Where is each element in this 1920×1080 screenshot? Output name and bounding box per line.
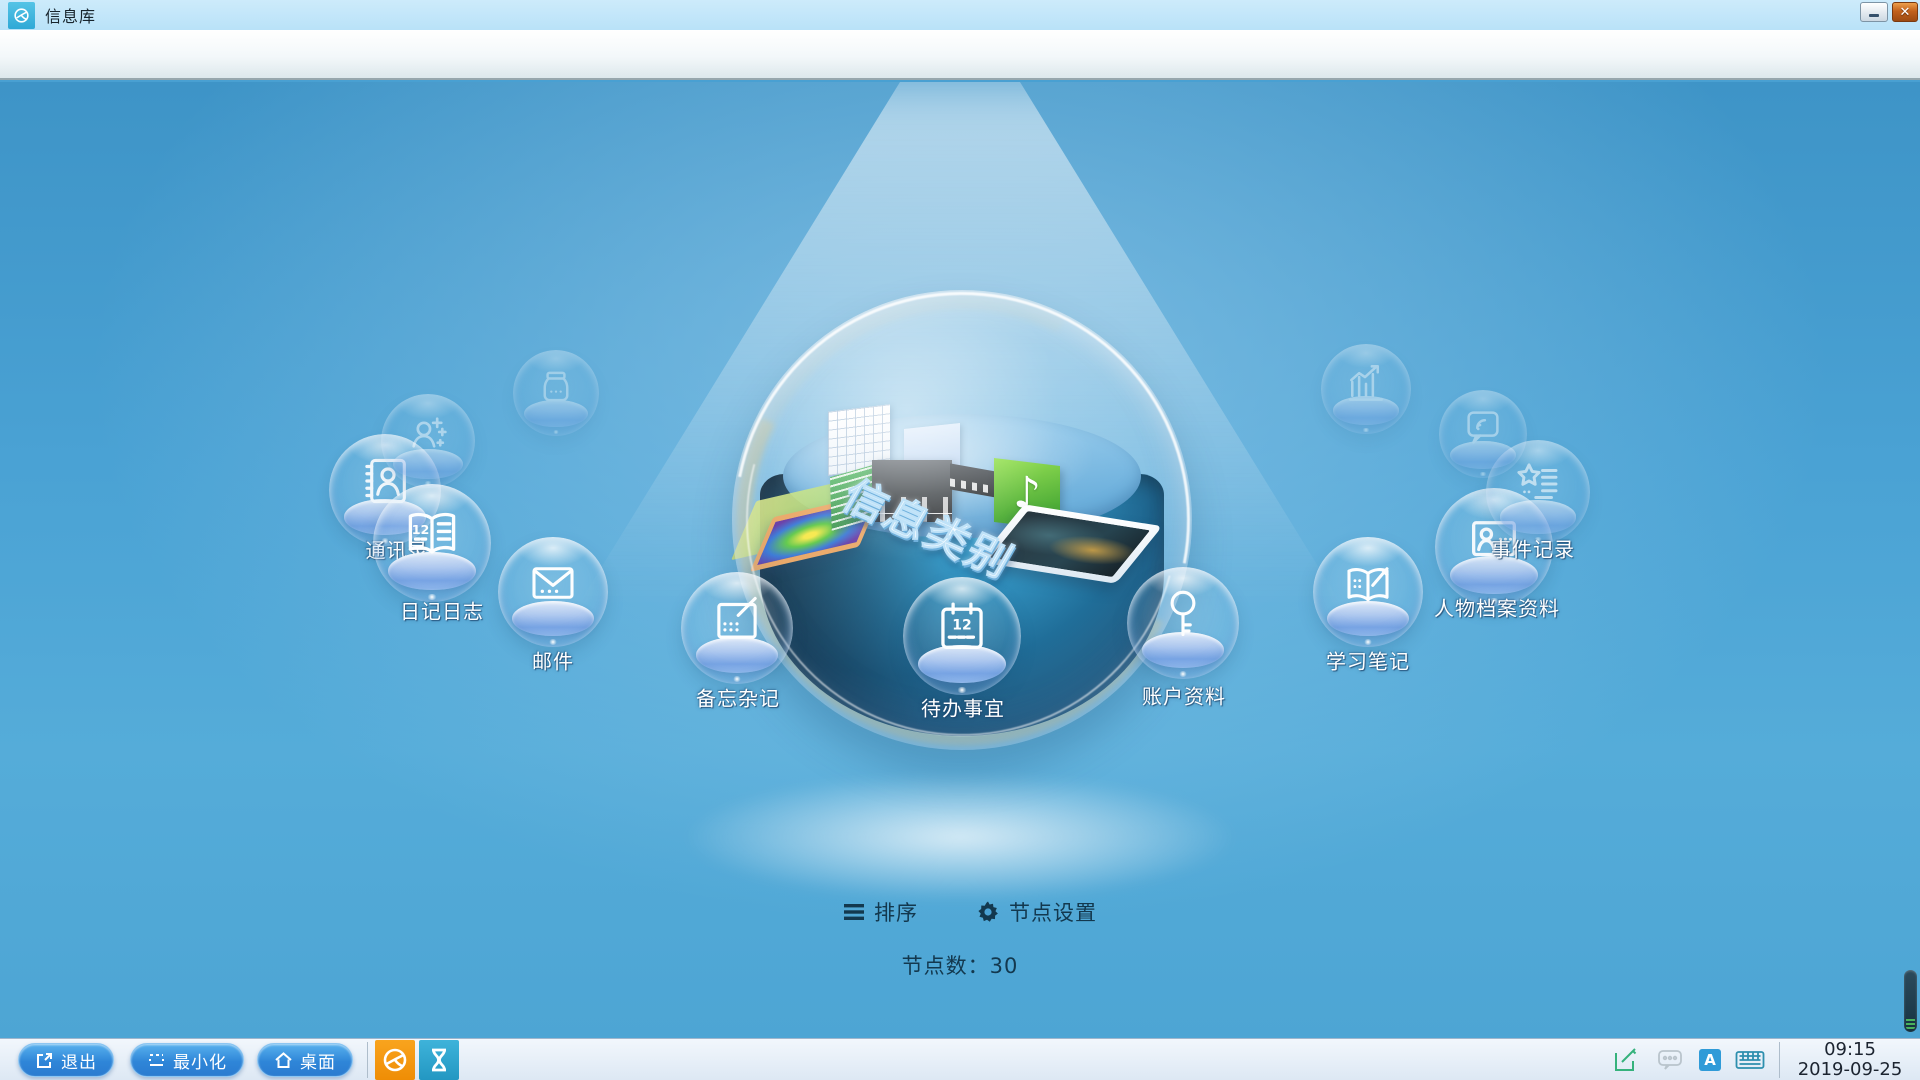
bubble-highlight — [549, 639, 558, 645]
circle-swirl-icon — [380, 1045, 410, 1075]
node-label[interactable]: 邮件 — [532, 646, 574, 675]
bubble-glass — [381, 394, 475, 488]
node-bubble-todo-calendar[interactable]: 12 — [903, 577, 1021, 695]
bubble-highlight — [733, 676, 742, 682]
bubble-glass — [1313, 537, 1423, 647]
desktop-label: 桌面 — [300, 1048, 336, 1073]
bubble-highlight — [1479, 472, 1486, 476]
node-bubble-bar-chart-trend[interactable] — [1321, 344, 1411, 434]
tray-chat-button[interactable] — [1655, 1045, 1685, 1075]
app-window: 信息库 ✕ ♪ 信息类别 通 — [0, 0, 1920, 1080]
launcher-logo-button[interactable] — [375, 1040, 415, 1080]
node-bubble-study-notes[interactable] — [1313, 537, 1423, 647]
bottom-controls: 排序 节点设置 — [0, 897, 1920, 929]
node-bubble-rss-chat[interactable] — [1439, 390, 1527, 478]
node-settings-label: 节点设置 — [1009, 897, 1097, 927]
node-label[interactable]: 事件记录 — [1491, 534, 1575, 563]
minimize-window-button[interactable] — [1860, 2, 1888, 22]
node-label[interactable]: 学习笔记 — [1326, 646, 1410, 675]
taskbar-minimize-button[interactable]: 最小化 — [130, 1043, 244, 1077]
bubble-highlight — [1179, 671, 1188, 677]
main-canvas: ♪ 信息类别 通讯录12日记日志邮件备忘杂记12待办事宜账户资料学习笔记人物档案… — [0, 82, 1920, 1038]
taskbar-divider — [367, 1042, 368, 1078]
node-bubble-memo[interactable] — [681, 572, 793, 684]
clock-time: 09:15 — [1790, 1040, 1910, 1060]
bubble-glass — [1321, 344, 1411, 434]
sort-label: 排序 — [874, 897, 918, 927]
exit-icon — [35, 1051, 54, 1070]
exit-button[interactable]: 退出 — [18, 1043, 114, 1077]
bubble-glass — [498, 537, 608, 647]
system-tray: A 09:15 2019-09-25 — [1611, 1039, 1920, 1080]
tray-language-badge[interactable]: A — [1699, 1049, 1721, 1071]
bubble-glass — [903, 577, 1021, 695]
gear-icon — [976, 900, 1000, 924]
tray-edit-button[interactable] — [1611, 1045, 1641, 1075]
node-bubble-user-sparkles[interactable] — [381, 394, 475, 488]
edit-pencil-icon — [1613, 1047, 1639, 1073]
chat-bubble-icon — [1657, 1047, 1683, 1073]
tray-keyboard-button[interactable] — [1735, 1045, 1765, 1075]
taskbar: 退出 最小化 桌面 — [0, 1038, 1920, 1080]
exit-label: 退出 — [61, 1048, 97, 1073]
keyboard-icon — [1735, 1048, 1765, 1072]
app-logo-icon — [8, 2, 35, 29]
node-label[interactable]: 日记日志 — [400, 596, 484, 625]
titlebar: 信息库 ✕ — [0, 0, 1920, 30]
node-label[interactable]: 备忘杂记 — [696, 683, 780, 712]
close-icon: ✕ — [1900, 6, 1911, 19]
node-bubble-key[interactable] — [1127, 567, 1239, 679]
ground-glow — [680, 772, 1240, 902]
sort-button[interactable]: 排序 — [843, 897, 918, 927]
bubble-glass — [1439, 390, 1527, 478]
bubble-highlight — [1362, 428, 1369, 433]
bubble-highlight — [1364, 639, 1373, 645]
hourglass-icon — [425, 1046, 453, 1074]
desktop-button[interactable]: 桌面 — [257, 1043, 353, 1077]
bubble-glass — [1127, 567, 1239, 679]
node-label[interactable]: 人物档案资料 — [1434, 593, 1560, 622]
minimize-window-icon — [147, 1051, 166, 1070]
minimize-icon — [1869, 14, 1879, 17]
node-bubble-diary[interactable]: 12 — [373, 484, 491, 602]
window-title: 信息库 — [45, 3, 96, 27]
taskbar-minimize-label: 最小化 — [173, 1048, 227, 1073]
clock: 09:15 2019-09-25 — [1790, 1040, 1910, 1080]
node-count-label: 节点数：30 — [0, 950, 1920, 980]
tray-divider — [1779, 1042, 1780, 1078]
node-bubble-mail[interactable] — [498, 537, 608, 647]
clock-date: 2019-09-25 — [1790, 1060, 1910, 1080]
home-icon — [274, 1051, 293, 1070]
close-window-button[interactable]: ✕ — [1892, 2, 1918, 22]
bubble-glass — [513, 350, 599, 436]
node-label[interactable]: 待办事宜 — [921, 693, 1005, 722]
sort-menu-icon — [843, 902, 865, 922]
scrollbar-thumb[interactable] — [1904, 970, 1917, 1032]
node-settings-button[interactable]: 节点设置 — [976, 897, 1097, 927]
node-bubble-jar[interactable] — [513, 350, 599, 436]
bubble-glass — [373, 484, 491, 602]
node-label[interactable]: 账户资料 — [1142, 681, 1226, 710]
toolbar-strip — [0, 30, 1920, 80]
launcher-hourglass-button[interactable] — [419, 1040, 459, 1080]
bubble-glass — [681, 572, 793, 684]
